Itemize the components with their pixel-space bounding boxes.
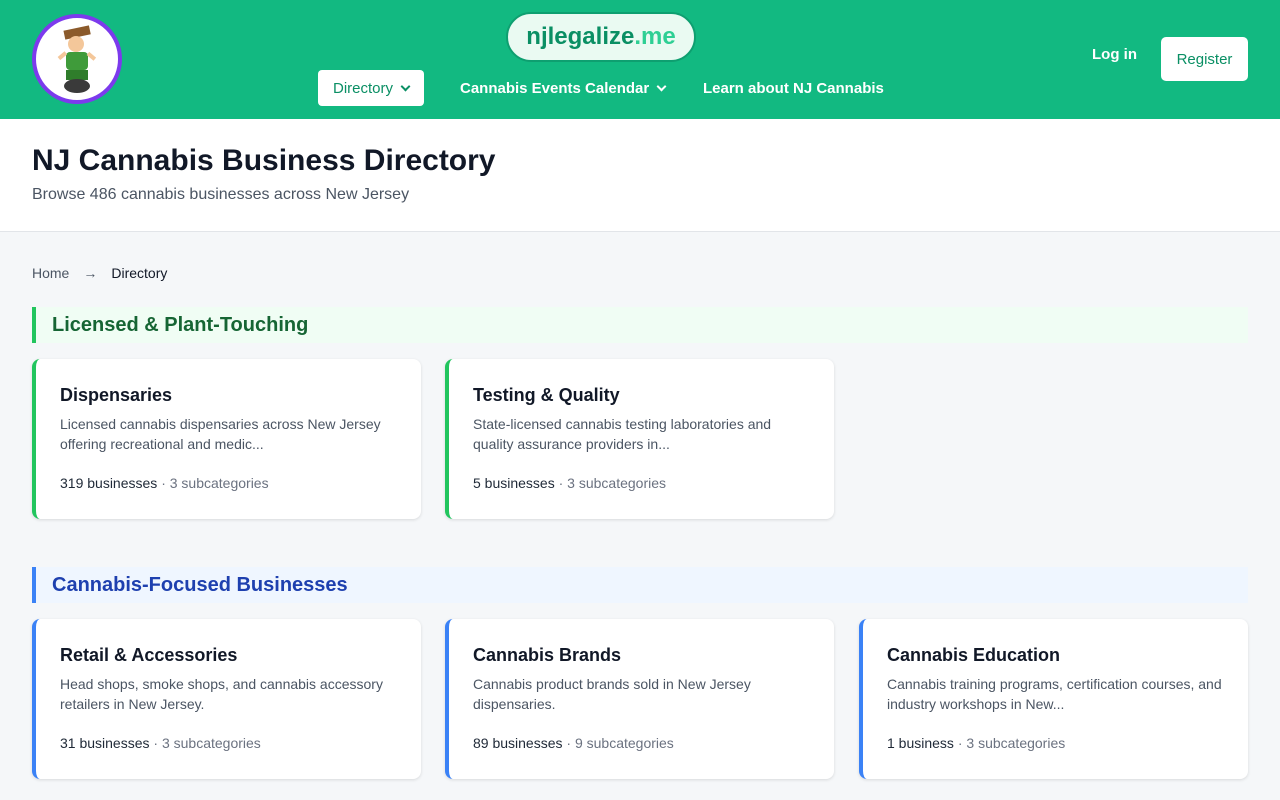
meta-separator: ·: [957, 735, 963, 751]
card-title: Testing & Quality: [473, 385, 620, 405]
category-card-cannabis-education[interactable]: Cannabis Education Cannabis training pro…: [859, 619, 1248, 779]
nav-learn-link[interactable]: Learn about NJ Cannabis: [703, 70, 884, 106]
section-heading-licensed: Licensed & Plant-Touching: [32, 307, 1248, 343]
page-title: NJ Cannabis Business Directory: [32, 144, 496, 177]
card-meta: 31 businesses · 3 subcategories: [60, 735, 261, 751]
meta-separator: ·: [566, 735, 572, 751]
card-meta: 5 businesses · 3 subcategories: [473, 475, 666, 491]
card-description: Head shops, smoke shops, and cannabis ac…: [60, 676, 383, 712]
card-title: Cannabis Brands: [473, 645, 622, 665]
section-heading-cannabis-focused: Cannabis-Focused Businesses: [32, 567, 1248, 603]
breadcrumb: Home → Directory: [32, 265, 167, 281]
card-description: Licensed cannabis dispensaries across Ne…: [60, 416, 381, 452]
card-title: Dispensaries: [60, 385, 173, 405]
meta-separator: ·: [153, 735, 159, 751]
nav-events-label: Cannabis Events Calendar: [460, 79, 650, 97]
business-count: 31 businesses: [60, 735, 150, 751]
meta-separator: ·: [558, 475, 564, 491]
chevron-down-icon: [656, 81, 667, 91]
business-count: 5 businesses: [473, 475, 555, 491]
card-meta: 1 business · 3 subcategories: [887, 735, 1065, 751]
breadcrumb-home-link[interactable]: Home: [32, 265, 69, 281]
brand-tld: .me: [634, 23, 676, 50]
subcategory-count: 9 subcategories: [574, 735, 674, 751]
card-title: Retail & Accessories: [60, 645, 238, 665]
subcategory-count: 3 subcategories: [966, 735, 1066, 751]
site-header: njlegalize .me Directory Cannabis Events …: [0, 0, 1280, 119]
subcategory-count: 3 subcategories: [169, 475, 269, 491]
card-meta: 319 businesses · 3 subcategories: [60, 475, 269, 491]
card-description: Cannabis product brands sold in New Jers…: [473, 676, 751, 712]
login-link[interactable]: Log in: [1092, 46, 1137, 63]
subcategory-count: 3 subcategories: [161, 735, 261, 751]
nav-events-menu[interactable]: Cannabis Events Calendar: [460, 70, 667, 106]
brand-wordmark[interactable]: njlegalize .me: [506, 12, 696, 62]
brand-main: njlegalize: [526, 23, 635, 50]
breadcrumb-current: Directory: [111, 265, 168, 281]
category-card-testing-quality[interactable]: Testing & Quality State-licensed cannabi…: [445, 359, 834, 519]
subcategory-count: 3 subcategories: [567, 475, 667, 491]
page-header: NJ Cannabis Business Directory Browse 48…: [0, 119, 1280, 232]
card-title: Cannabis Education: [887, 645, 1061, 665]
business-count: 1 business: [887, 735, 954, 751]
register-button[interactable]: Register: [1161, 37, 1248, 81]
nav-directory-button[interactable]: Directory: [318, 70, 424, 106]
card-description: State-licensed cannabis testing laborato…: [473, 416, 772, 452]
category-card-cannabis-brands[interactable]: Cannabis Brands Cannabis product brands …: [445, 619, 834, 779]
site-logo[interactable]: [32, 14, 122, 104]
category-card-retail-accessories[interactable]: Retail & Accessories Head shops, smoke s…: [32, 619, 421, 779]
meta-separator: ·: [161, 475, 166, 491]
page-subtitle: Browse 486 cannabis businesses across Ne…: [32, 186, 410, 203]
business-count: 319 businesses: [60, 475, 158, 491]
card-description: Cannabis training programs, certificatio…: [887, 676, 1222, 712]
mascot-icon: [57, 25, 97, 93]
card-meta: 89 businesses · 9 subcategories: [473, 735, 674, 751]
category-card-dispensaries[interactable]: Dispensaries Licensed cannabis dispensar…: [32, 359, 421, 519]
breadcrumb-arrow-icon: →: [83, 265, 98, 281]
nav-directory-label: Directory: [332, 79, 393, 97]
nav-learn-label: Learn about NJ Cannabis: [703, 79, 884, 97]
business-count: 89 businesses: [473, 735, 563, 751]
chevron-down-icon: [400, 81, 411, 91]
